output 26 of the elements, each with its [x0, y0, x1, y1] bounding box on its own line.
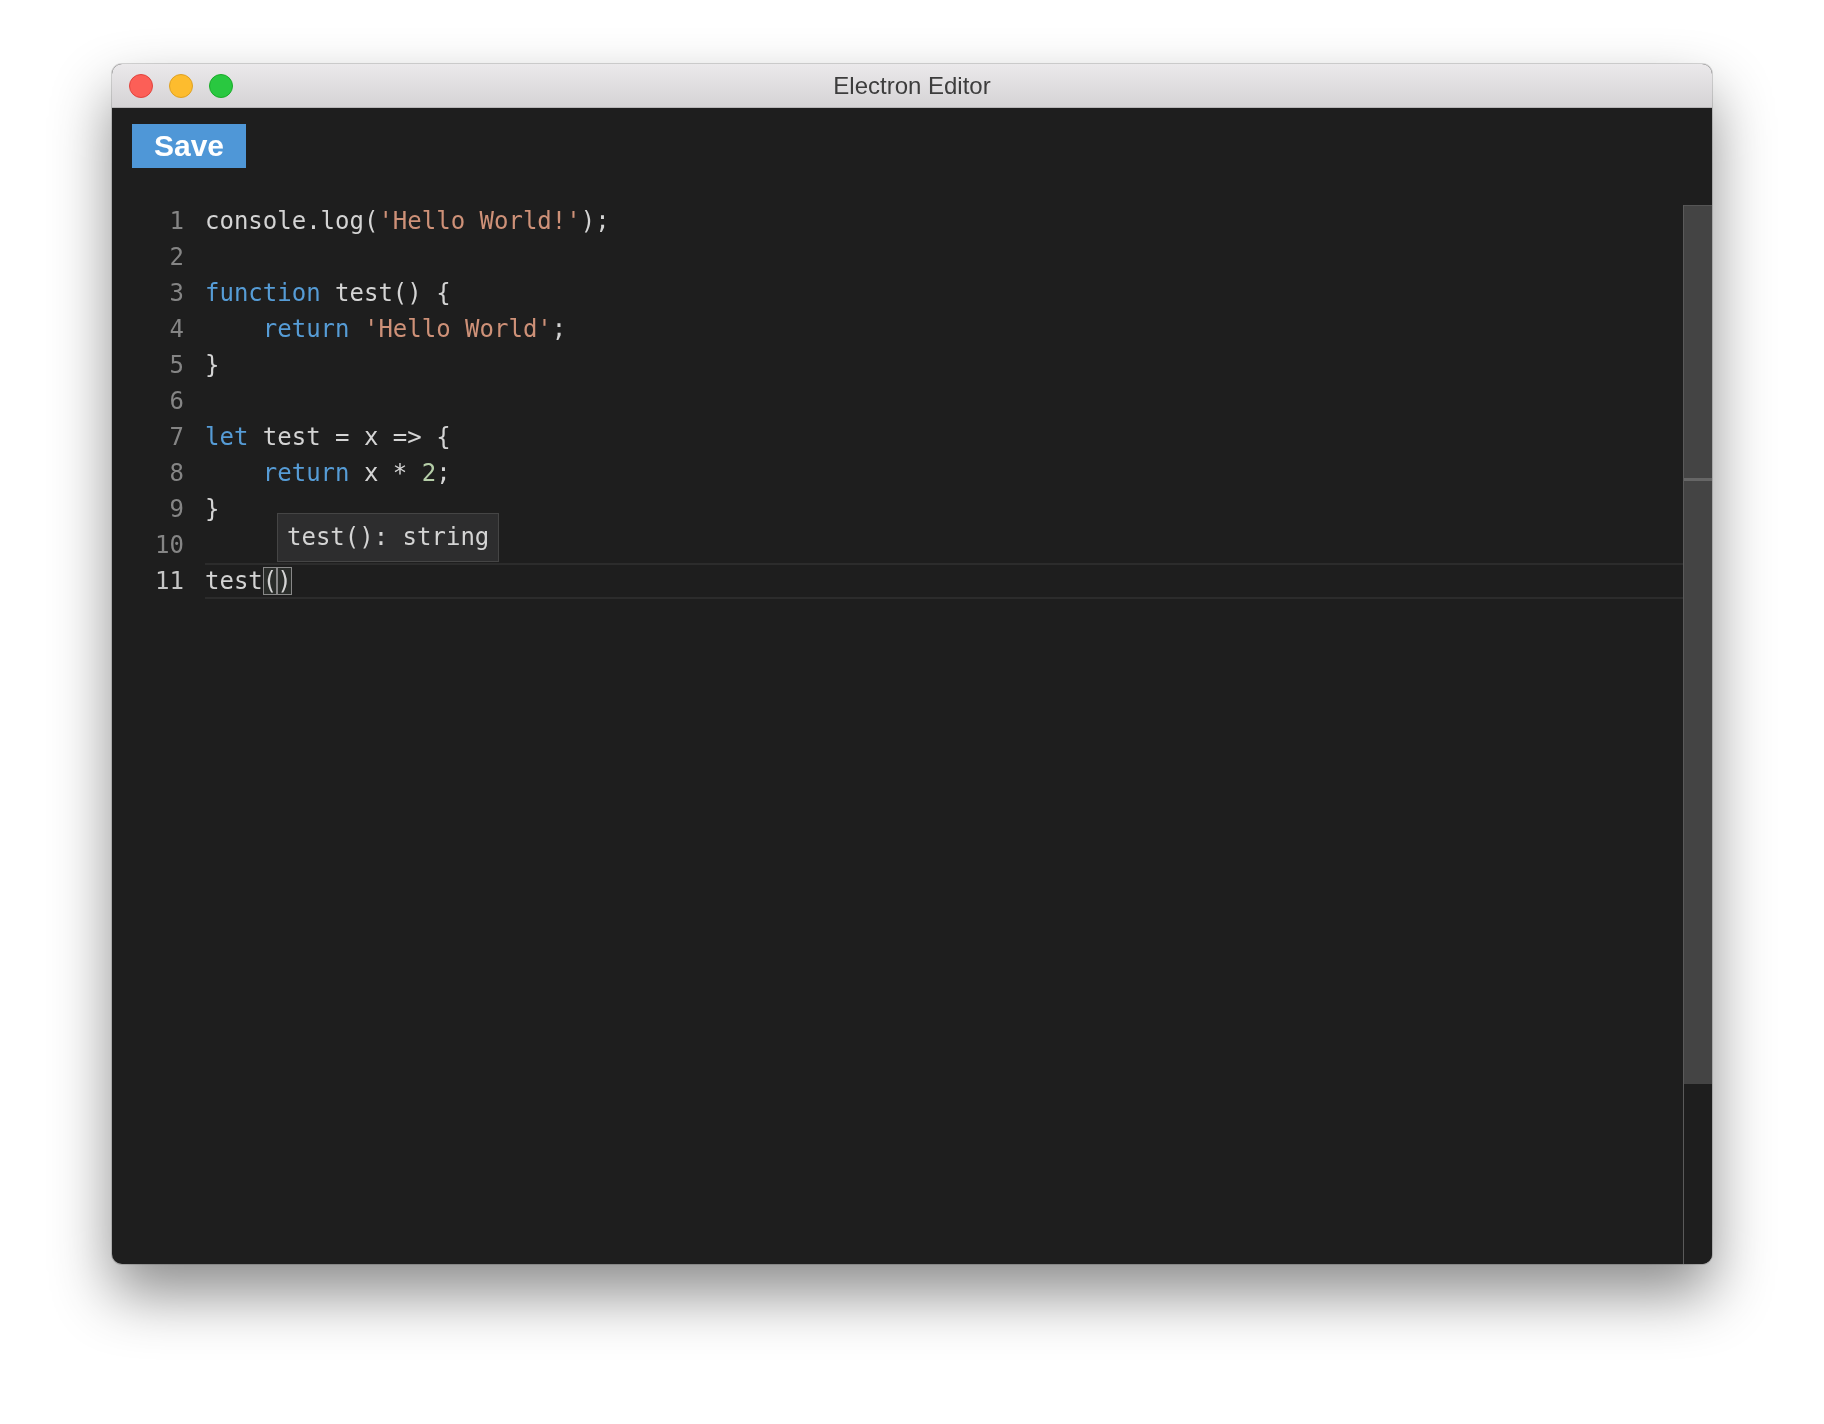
line-number: 5: [168, 351, 184, 379]
close-icon[interactable]: [129, 73, 153, 98]
code-line: return 'Hello World';: [261, 314, 568, 345]
minimize-icon[interactable]: [169, 73, 193, 98]
line-number: 11: [154, 567, 184, 595]
maximize-icon[interactable]: [209, 73, 233, 98]
current-code-line: test(): [205, 563, 1683, 599]
line-number: 7: [168, 423, 184, 451]
line-number: 4: [168, 315, 184, 343]
tooltip: test(): string: [277, 513, 500, 562]
line-number: 9: [168, 495, 184, 523]
code-line: function test() {: [205, 278, 452, 309]
code-line: }: [205, 494, 221, 525]
line-number: 8: [168, 459, 184, 487]
save-button[interactable]: Save: [132, 124, 246, 168]
line-number: 1: [168, 207, 184, 235]
code-line: }: [205, 350, 221, 381]
code-line: console.log('Hello World!');: [205, 206, 611, 237]
code-line: return x * 2;: [261, 458, 452, 489]
line-number: 10: [154, 531, 184, 559]
line-number: 3: [168, 279, 184, 307]
code-line: let test = x => {: [205, 422, 452, 453]
line-number: 6: [168, 387, 184, 415]
window-title: Electron Editor: [833, 71, 991, 100]
scrollbar[interactable]: [1683, 205, 1712, 1264]
line-number: 2: [168, 243, 184, 271]
